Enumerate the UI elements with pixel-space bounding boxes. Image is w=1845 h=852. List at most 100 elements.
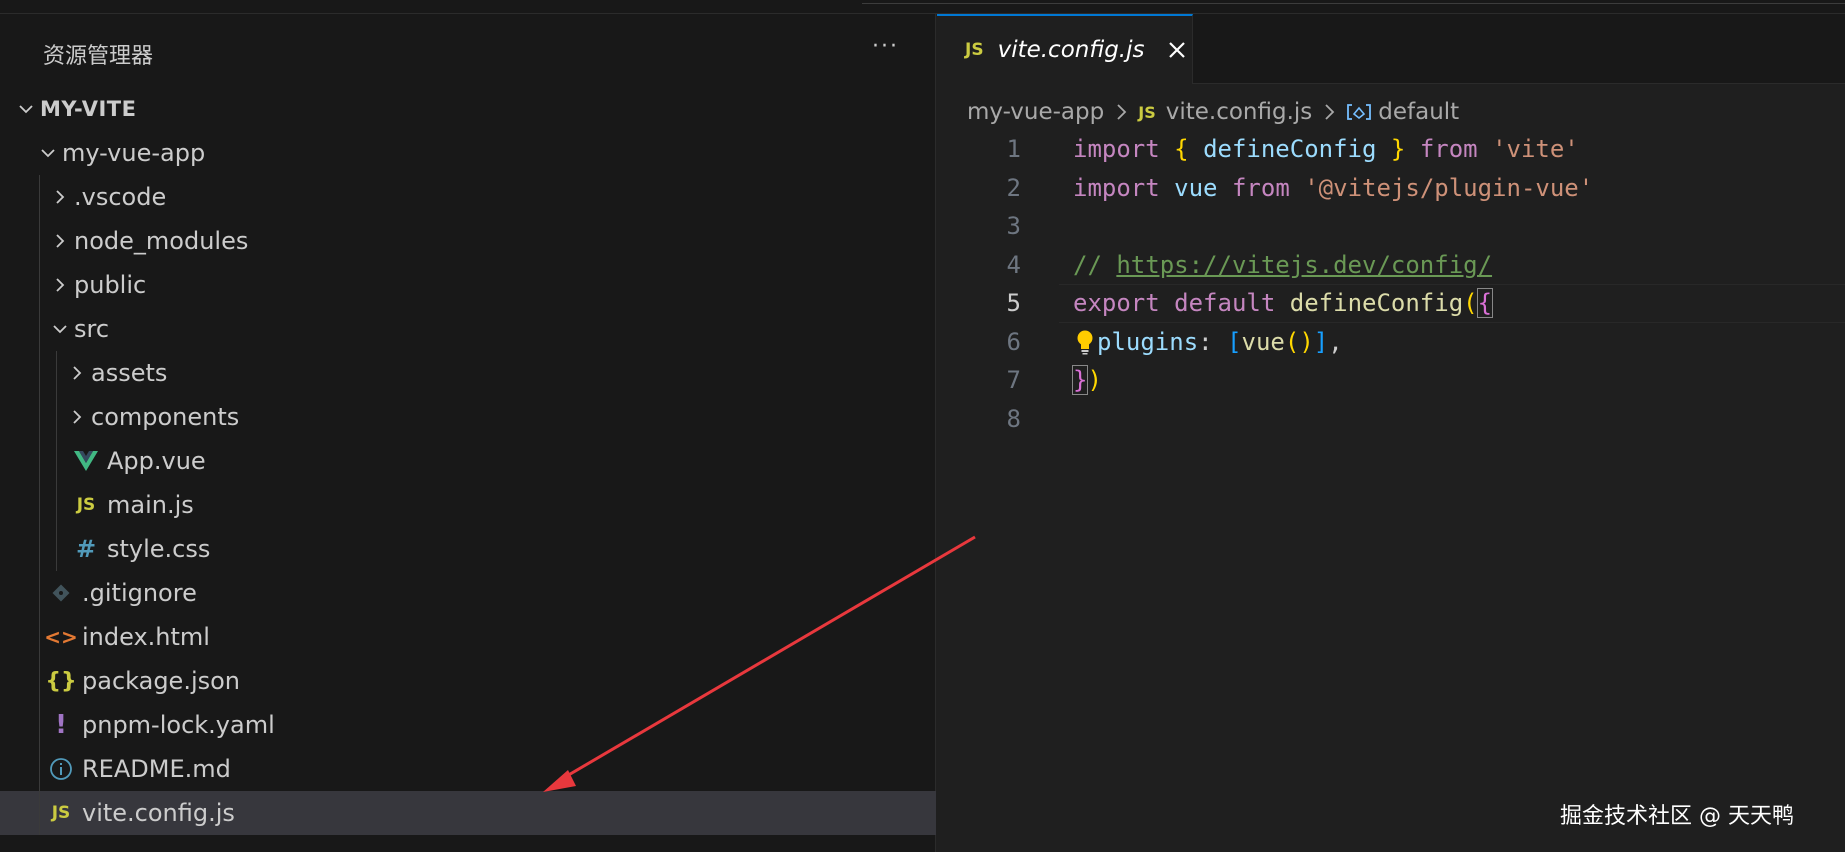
symbol-variable-icon [1346, 102, 1372, 122]
line-number: 2 [1006, 173, 1021, 202]
code-text: plugins: [vue()], [1073, 323, 1343, 362]
code-line[interactable]: 7}) [937, 361, 1845, 400]
tree-folder-my-vue-app[interactable]: my-vue-app [0, 131, 936, 175]
tree-file-gitignore[interactable]: .gitignore [0, 571, 936, 615]
chevron-down-icon[interactable] [12, 87, 40, 131]
code-text: import vue from '@vitejs/plugin-vue' [1073, 169, 1593, 208]
editor-group: JS vite.config.js my-vue-app JS vite.con… [937, 14, 1845, 852]
code-token: defineConfig [1203, 135, 1377, 164]
indent-guide [56, 483, 57, 527]
code-line[interactable]: 3 [937, 207, 1845, 246]
chevron-right-icon[interactable] [63, 395, 91, 439]
tree-file-index-html[interactable]: <> index.html [0, 615, 936, 659]
line-number: 4 [1006, 250, 1021, 279]
code-line[interactable]: 1 import { defineConfig } from 'vite' [937, 130, 1845, 169]
line-number: 6 [1006, 327, 1021, 356]
close-icon[interactable] [1165, 38, 1189, 62]
tree-file-main-js[interactable]: JS main.js [0, 483, 936, 527]
code-line[interactable]: 6 plugins: [vue()], [937, 323, 1845, 362]
chevron-right-icon [1114, 102, 1128, 122]
tree-file-pnpm-lock-yaml[interactable]: ! pnpm-lock.yaml [0, 703, 936, 747]
css-icon: # [75, 535, 97, 563]
breadcrumb: my-vue-app JS vite.config.js default [967, 92, 1459, 132]
tree-item-label: assets [91, 359, 168, 387]
tree-folder-public[interactable]: public [0, 263, 936, 307]
code-token: export [1073, 289, 1160, 318]
tab-vite-config[interactable]: JS vite.config.js [937, 14, 1193, 84]
tree-folder-components[interactable]: components [0, 395, 936, 439]
code-text: export default defineConfig({ [1073, 284, 1494, 323]
code-token: [ [1227, 327, 1242, 356]
breadcrumb-file[interactable]: vite.config.js [1166, 99, 1313, 125]
chevron-right-icon[interactable] [46, 263, 74, 307]
line-number: 7 [1006, 366, 1021, 395]
indent-guide [39, 791, 40, 835]
chevron-right-icon [1322, 102, 1336, 122]
code-line[interactable]: 2 import vue from '@vitejs/plugin-vue' [937, 169, 1845, 208]
explorer-title: 资源管理器 [43, 44, 154, 69]
line-number: 1 [1006, 135, 1021, 164]
js-icon: JS [76, 495, 96, 515]
line-number: 3 [1006, 212, 1021, 241]
tree-file-readme-md[interactable]: README.md [0, 747, 936, 791]
tree-file-style-css[interactable]: # style.css [0, 527, 936, 571]
code-token: from [1419, 135, 1478, 164]
indent-guide [39, 483, 40, 527]
code-token: default [1174, 289, 1276, 318]
tree-folder-node-modules[interactable]: node_modules [0, 219, 936, 263]
tab-bar: JS vite.config.js [937, 14, 1845, 84]
tree-file-package-json[interactable]: {} package.json [0, 659, 936, 703]
chevron-down-icon[interactable] [46, 307, 74, 351]
tree-item-label: components [91, 403, 240, 431]
code-token: vue [1241, 327, 1285, 356]
indent-guide [39, 439, 40, 483]
code-token: { [1476, 288, 1494, 319]
tree-folder-assets[interactable]: assets [0, 351, 936, 395]
indent-guide [39, 351, 40, 395]
more-actions-icon[interactable]: ··· [872, 34, 899, 59]
chevron-right-icon[interactable] [46, 175, 74, 219]
tree-folder-vscode[interactable]: .vscode [0, 175, 936, 219]
code-token: () [1284, 327, 1314, 356]
tree-folder-src[interactable]: src [0, 307, 936, 351]
tree-item-label: style.css [107, 535, 211, 563]
indent-guide [39, 395, 40, 439]
indent-guide [56, 395, 57, 439]
code-line[interactable]: 8 [937, 400, 1845, 439]
code-text: }) [1071, 361, 1102, 400]
code-line[interactable]: 4 // https://vitejs.dev/config/ [937, 246, 1845, 285]
chevron-down-icon[interactable] [34, 131, 62, 175]
chevron-right-icon[interactable] [63, 351, 91, 395]
line-number: 8 [1006, 404, 1021, 433]
chevron-right-icon[interactable] [46, 219, 74, 263]
breadcrumb-folder[interactable]: my-vue-app [967, 99, 1104, 125]
info-icon [46, 747, 76, 791]
js-icon: JS [965, 40, 984, 60]
lightbulb-icon[interactable] [1073, 329, 1097, 355]
indent-guide [39, 219, 40, 263]
breadcrumb-symbol[interactable]: default [1378, 99, 1459, 125]
code-token: // [1073, 250, 1117, 279]
tree-file-vite-config-js[interactable]: JS vite.config.js [0, 791, 936, 835]
tree-item-label: index.html [82, 623, 210, 651]
tree-item-label: .vscode [74, 183, 167, 211]
indent-guide [39, 175, 40, 219]
code-token: } [1390, 135, 1406, 164]
explorer-header: 资源管理器 ··· [0, 14, 936, 82]
tree-folder-my-vite[interactable]: MY-VITE [0, 87, 936, 131]
code-token: '@vitejs/plugin-vue' [1304, 173, 1594, 202]
js-icon: JS [1138, 102, 1156, 122]
tree-file-app-vue[interactable]: App.vue [0, 439, 936, 483]
tree-item-label: pnpm-lock.yaml [82, 711, 275, 739]
code-line[interactable]: 5 export default defineConfig({ [937, 284, 1845, 323]
indent-guide [39, 263, 40, 307]
tree-item-label: main.js [107, 491, 194, 519]
code-editor[interactable]: 1 import { defineConfig } from 'vite' 2 imp… [937, 130, 1845, 438]
